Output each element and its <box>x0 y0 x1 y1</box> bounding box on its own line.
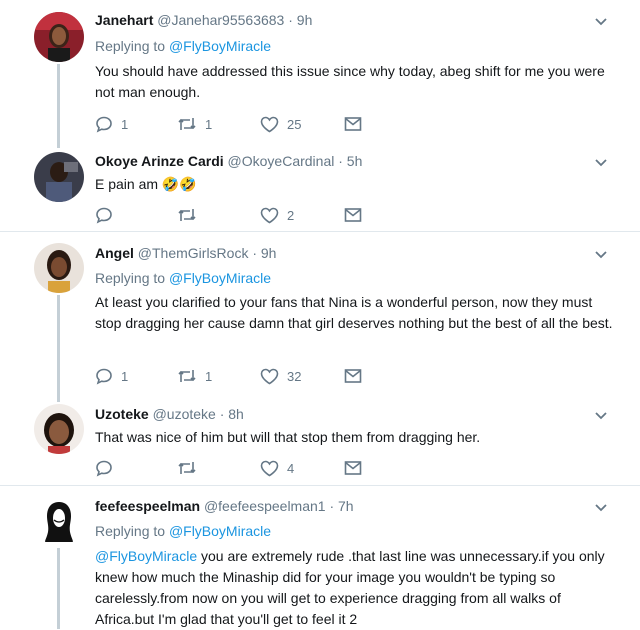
like-button[interactable]: 25 <box>260 114 301 134</box>
chevron-down-icon[interactable] <box>595 18 607 26</box>
replying-to-link[interactable]: @FlyBoyMiracle <box>169 38 271 54</box>
heart-icon <box>260 116 279 132</box>
display-name[interactable]: Angel <box>95 245 134 261</box>
tweet-feefeespeelman[interactable]: feefeespeelman @feefeespeelman1 · 7h Rep… <box>0 486 640 629</box>
heart-icon <box>260 207 279 223</box>
envelope-icon <box>344 369 362 383</box>
replying-to: Replying to @FlyBoyMiracle <box>95 38 272 54</box>
tweet-header: feefeespeelman @feefeespeelman1 · 7h <box>95 498 354 514</box>
heart-icon <box>260 368 279 384</box>
replying-to-link[interactable]: @FlyBoyMiracle <box>169 523 271 539</box>
reply-button[interactable] <box>95 458 121 478</box>
tweet-header: Angel @ThemGirlsRock · 9h <box>95 245 276 261</box>
avatar[interactable] <box>34 404 84 454</box>
replying-to: Replying to @FlyBoyMiracle <box>95 523 272 539</box>
reply-icon <box>96 116 112 133</box>
heart-icon <box>260 460 279 476</box>
mention-link[interactable]: @FlyBoyMiracle <box>95 548 197 564</box>
tweet-actions: 1 1 32 <box>95 366 395 386</box>
timestamp[interactable]: · 9h <box>288 12 312 28</box>
tweet-janehart[interactable]: Janehart @Janehar95563683 · 9h Replying … <box>0 0 640 146</box>
tweet-text: You should have addressed this issue sin… <box>95 63 605 100</box>
thread-line <box>57 392 60 402</box>
retweet-icon <box>178 209 196 221</box>
reply-count: 1 <box>121 116 129 132</box>
retweet-count: 1 <box>205 116 213 132</box>
like-count: 4 <box>287 460 295 476</box>
tweet-text: That was nice of him but will that stop … <box>95 429 481 445</box>
like-button[interactable]: 4 <box>260 458 294 478</box>
user-handle[interactable]: @OkoyeCardinal <box>228 153 335 169</box>
reply-button[interactable] <box>95 205 121 225</box>
envelope-icon <box>344 117 362 131</box>
like-count: 32 <box>287 368 302 384</box>
retweet-count: 1 <box>205 368 213 384</box>
retweet-button[interactable] <box>177 205 205 225</box>
like-button[interactable]: 2 <box>260 205 294 225</box>
thread-line <box>57 295 60 392</box>
reply-button[interactable]: 1 <box>95 114 128 134</box>
tweet-actions: 4 <box>95 458 395 478</box>
timestamp[interactable]: · 8h <box>220 406 244 422</box>
avatar[interactable] <box>34 243 84 293</box>
tweet-angel[interactable]: Angel @ThemGirlsRock · 9h Replying to @F… <box>0 232 640 392</box>
display-name[interactable]: Okoye Arinze Cardi <box>95 153 224 169</box>
avatar[interactable] <box>34 496 84 546</box>
like-count: 25 <box>287 116 302 132</box>
replying-to-link[interactable]: @FlyBoyMiracle <box>169 270 271 286</box>
tweet-header: Uzoteke @uzoteke · 8h <box>95 406 244 422</box>
retweet-button[interactable]: 1 <box>177 114 212 134</box>
reply-icon <box>96 368 112 385</box>
retweet-icon <box>178 462 196 474</box>
thread-line <box>57 548 60 629</box>
chevron-down-icon[interactable] <box>595 504 607 512</box>
avatar[interactable] <box>34 152 84 202</box>
tweet-actions: 1 1 25 <box>95 114 395 134</box>
user-handle[interactable]: @Janehar95563683 <box>157 12 284 28</box>
tweet-text: At least you clarified to your fans that… <box>95 294 613 331</box>
replying-to: Replying to @FlyBoyMiracle <box>95 270 272 286</box>
chevron-down-icon[interactable] <box>595 251 607 259</box>
user-handle[interactable]: @uzoteke <box>153 406 216 422</box>
timestamp[interactable]: · 5h <box>338 153 362 169</box>
display-name[interactable]: feefeespeelman <box>95 498 200 514</box>
thread-line <box>57 64 60 146</box>
tweet-text: E pain am 🤣🤣 <box>95 176 197 192</box>
tweet-header: Okoye Arinze Cardi @OkoyeCardinal · 5h <box>95 153 362 169</box>
user-handle[interactable]: @feefeespeelman1 <box>204 498 326 514</box>
user-handle[interactable]: @ThemGirlsRock <box>138 245 249 261</box>
tweet-header: Janehart @Janehar95563683 · 9h <box>95 12 312 28</box>
display-name[interactable]: Janehart <box>95 12 153 28</box>
retweet-icon <box>178 118 196 130</box>
envelope-icon <box>344 208 362 222</box>
chevron-down-icon[interactable] <box>595 159 607 167</box>
dm-button[interactable] <box>344 205 362 225</box>
tweet-actions: 2 <box>95 205 395 225</box>
tweet-okoye[interactable]: Okoye Arinze Cardi @OkoyeCardinal · 5h E… <box>0 146 640 230</box>
avatar[interactable] <box>34 12 84 62</box>
timestamp[interactable]: · 7h <box>329 498 353 514</box>
like-button[interactable]: 32 <box>260 366 301 386</box>
reply-icon <box>96 460 112 477</box>
reply-count: 1 <box>121 368 129 384</box>
retweet-button[interactable] <box>177 458 205 478</box>
dm-button[interactable] <box>344 114 362 134</box>
retweet-button[interactable]: 1 <box>177 366 212 386</box>
display-name[interactable]: Uzoteke <box>95 406 149 422</box>
thread-line <box>57 146 60 148</box>
reply-icon <box>96 207 112 224</box>
tweet-text: @FlyBoyMiracle you are extremely rude .t… <box>95 546 615 630</box>
timestamp[interactable]: · 9h <box>252 245 276 261</box>
retweet-icon <box>178 370 196 382</box>
reply-button[interactable]: 1 <box>95 366 128 386</box>
envelope-icon <box>344 461 362 475</box>
dm-button[interactable] <box>344 458 362 478</box>
tweet-uzoteke[interactable]: Uzoteke @uzoteke · 8h That was nice of h… <box>0 392 640 484</box>
dm-button[interactable] <box>344 366 362 386</box>
chevron-down-icon[interactable] <box>595 412 607 420</box>
like-count: 2 <box>287 207 295 223</box>
